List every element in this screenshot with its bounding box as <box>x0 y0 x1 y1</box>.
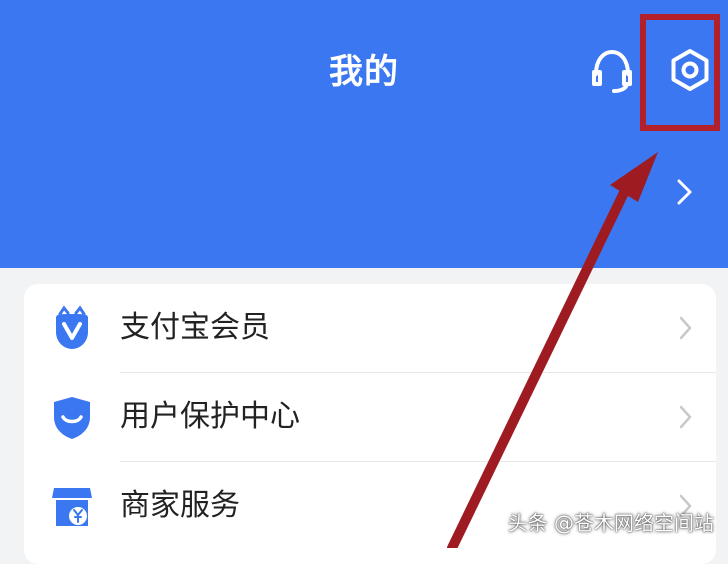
watermark: 头条 @苍木网络空间站 <box>507 511 714 535</box>
menu-item-label: 商家服务 <box>120 488 240 523</box>
customer-service-button[interactable] <box>584 42 640 98</box>
headset-icon <box>592 49 632 93</box>
member-badge-icon <box>56 305 88 349</box>
menu-item-label: 支付宝会员 <box>120 310 270 345</box>
chevron-right-icon <box>679 316 692 340</box>
menu-item-label: 用户保护中心 <box>120 399 300 434</box>
settings-highlight-box <box>640 14 720 131</box>
shield-icon <box>54 397 90 439</box>
menu-item-membership[interactable]: 支付宝会员 <box>24 284 716 372</box>
chevron-right-icon <box>679 405 692 429</box>
menu-item-merchant-services[interactable]: 商家服务 <box>24 462 716 550</box>
profile-header: 我的 <box>0 0 728 268</box>
menu-item-user-protection[interactable]: 用户保护中心 <box>24 373 716 461</box>
store-icon <box>52 488 92 526</box>
chevron-right-icon[interactable] <box>672 176 696 208</box>
